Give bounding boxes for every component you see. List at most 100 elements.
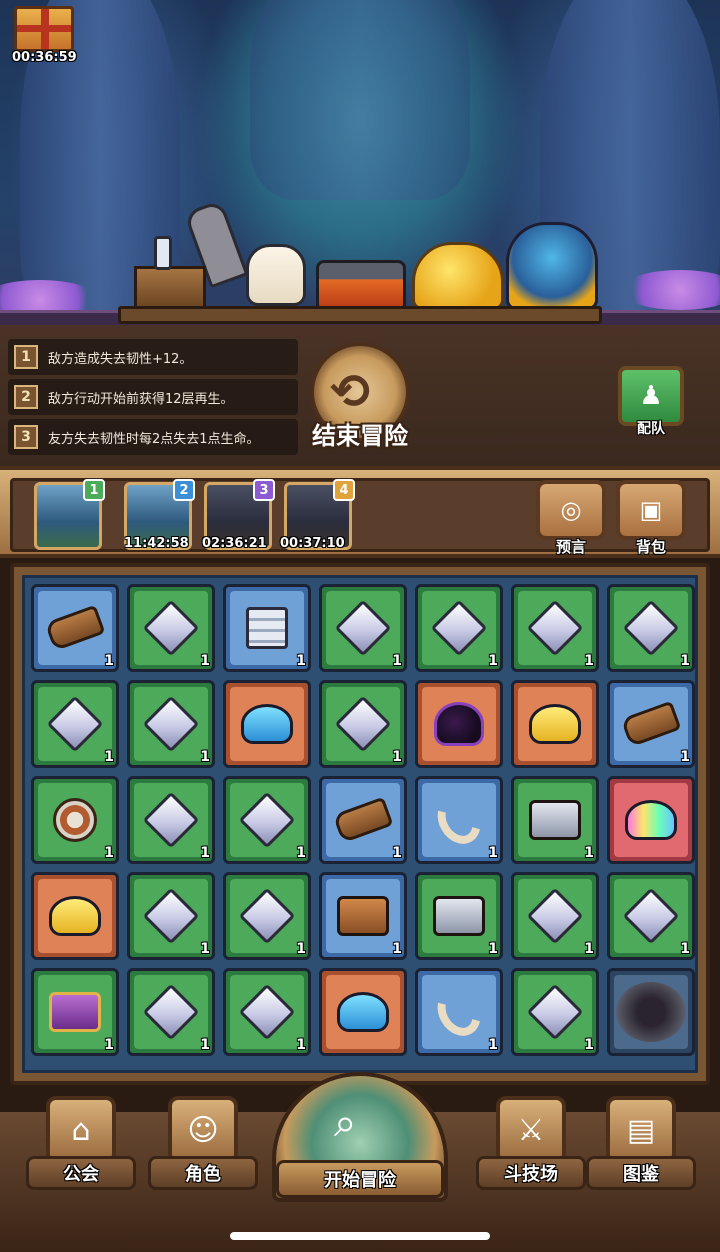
stage-timer-2: 11:42:58 (124, 536, 189, 551)
shield-icon (53, 798, 97, 842)
tile-count: 1 (488, 1037, 498, 1053)
grid-tile[interactable]: 1 (607, 872, 695, 960)
gift-timer: 00:36:59 (12, 50, 77, 65)
crystal-icon (142, 983, 200, 1041)
grid-tile[interactable]: 1 (31, 776, 119, 864)
grid-tile[interactable]: 1 (607, 584, 695, 672)
grid-tile[interactable] (223, 680, 311, 768)
tile-count: 1 (488, 653, 498, 669)
grid-tile[interactable]: 1 (415, 872, 503, 960)
tile-count: 1 (104, 653, 114, 669)
crossed-swords-icon: ⚔ (496, 1096, 566, 1164)
stage-badge: 3 (253, 479, 275, 501)
crystal-icon (238, 791, 296, 849)
team-button[interactable]: ♟ 配队 (618, 366, 688, 438)
grid-tile[interactable]: 1 (319, 680, 407, 768)
tile-count: 1 (392, 941, 402, 957)
tile-icon-wrapper (610, 779, 692, 861)
stage-badge: 1 (83, 479, 105, 501)
grid-tile[interactable]: 1 (319, 872, 407, 960)
crystal-icon (622, 887, 680, 945)
home-indicator (230, 1232, 490, 1240)
magnifier-map-icon: ⌕ (334, 1100, 357, 1146)
forest-scene: 00:36:59 (0, 0, 720, 330)
guild-house-icon: ⌂ (46, 1096, 116, 1164)
grid-tile[interactable]: 1 (223, 584, 311, 672)
gift-box-icon[interactable] (14, 6, 74, 52)
pit-icon (616, 982, 686, 1042)
team-icon: ♟ (618, 366, 684, 426)
gold-pile-creature (412, 242, 504, 310)
grid-tile[interactable] (415, 680, 503, 768)
grid-tile[interactable]: 1 (319, 776, 407, 864)
grid-tile[interactable] (31, 872, 119, 960)
grid-tile[interactable]: 1 (127, 680, 215, 768)
dragon-girl-hero (506, 222, 598, 310)
prophecy-label: 预言 (555, 538, 586, 556)
cat-hero (246, 244, 306, 306)
crystal-icon (142, 695, 200, 753)
grid-tile[interactable]: 1 (319, 584, 407, 672)
hook-icon (429, 980, 489, 1044)
prophecy-button[interactable]: ◎ 预言 (536, 480, 608, 556)
grid-tile[interactable]: 1 (31, 968, 119, 1056)
tile-count: 1 (488, 845, 498, 861)
nav-character[interactable]: ☺ 角色 (148, 1096, 258, 1196)
crystal-icon (430, 599, 488, 657)
grid-tile[interactable]: 1 (31, 680, 119, 768)
grid-tile[interactable] (607, 776, 695, 864)
stage-badge: 4 (333, 479, 355, 501)
grid-tile[interactable]: 1 (223, 968, 311, 1056)
nav-codex-label: 图鉴 (586, 1156, 696, 1190)
grid-tile[interactable]: 1 (415, 968, 503, 1056)
tile-count: 1 (296, 1037, 306, 1053)
tile-count: 1 (392, 653, 402, 669)
grid-tile[interactable]: 1 (31, 584, 119, 672)
stage-timer-3: 02:36:21 (202, 536, 267, 551)
nav-start-adventure[interactable]: ⌕ 开始冒险 (272, 1072, 448, 1202)
character-icon: ☺ (168, 1096, 238, 1164)
crystal-icon (142, 599, 200, 657)
grid-tile[interactable]: 1 (511, 776, 599, 864)
grid-tile[interactable]: 1 (127, 872, 215, 960)
nav-guild[interactable]: ⌂ 公会 (26, 1096, 136, 1196)
chest-wood-icon (337, 896, 389, 936)
grid-tile[interactable]: 1 (607, 680, 695, 768)
crystal-icon (526, 983, 584, 1041)
grid-tile[interactable]: 1 (223, 776, 311, 864)
tile-count: 1 (104, 749, 114, 765)
grid-tile[interactable]: 1 (415, 584, 503, 672)
grid-tile[interactable] (511, 680, 599, 768)
buff-index: 2 (14, 385, 38, 409)
bag-button[interactable]: ▣ 背包 (616, 480, 688, 556)
grid-tile[interactable]: 1 (127, 968, 215, 1056)
grid-tile[interactable]: 1 (511, 584, 599, 672)
stage-slot-1[interactable]: 1 (34, 479, 105, 550)
buff-index: 3 (14, 425, 38, 449)
crystal-icon (334, 695, 392, 753)
grid-tile[interactable]: 1 (127, 584, 215, 672)
tile-count: 1 (680, 653, 690, 669)
grid-tile[interactable] (319, 968, 407, 1056)
nav-codex[interactable]: ▤ 图鉴 (586, 1096, 696, 1196)
grid-tile[interactable]: 1 (511, 968, 599, 1056)
grid-tile[interactable] (607, 968, 695, 1056)
counter-table (118, 306, 602, 324)
tile-count: 1 (200, 845, 210, 861)
slime-yellow-icon (529, 704, 581, 744)
stage-badge: 2 (173, 479, 195, 501)
tile-icon-wrapper (226, 683, 308, 765)
stage-timer-4: 00:37:10 (280, 536, 345, 551)
end-adventure-button[interactable]: ⟲ 结束冒险 (300, 342, 420, 454)
crystal-icon (142, 887, 200, 945)
slime-blue-icon (337, 992, 389, 1032)
tile-count: 1 (200, 1037, 210, 1053)
crystal-icon (622, 599, 680, 657)
grid-tile[interactable]: 1 (223, 872, 311, 960)
grid-tile[interactable]: 1 (127, 776, 215, 864)
nav-arena[interactable]: ⚔ 斗技场 (476, 1096, 586, 1196)
grid-tile[interactable]: 1 (511, 872, 599, 960)
wooden-crate (134, 266, 206, 310)
tile-count: 1 (584, 845, 594, 861)
grid-tile[interactable]: 1 (415, 776, 503, 864)
